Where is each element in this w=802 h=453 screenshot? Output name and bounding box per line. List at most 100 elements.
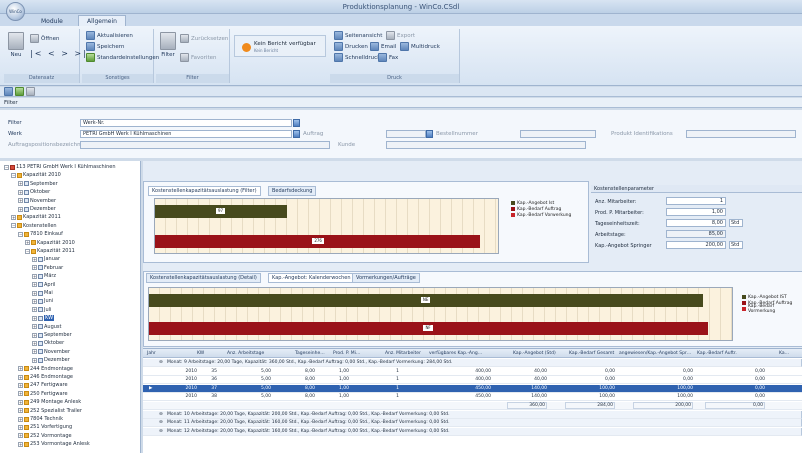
expand-icon[interactable]: + (18, 441, 23, 447)
expand-icon[interactable]: + (18, 408, 23, 414)
tree-node[interactable]: + KW (32, 315, 55, 322)
tree-node[interactable]: + Juni (32, 298, 53, 304)
tree-node[interactable]: − Kostenstellen (11, 223, 57, 229)
collapse-icon[interactable]: − (25, 248, 30, 254)
collapse-icon[interactable]: − (11, 172, 16, 178)
tree-node[interactable]: + März (32, 273, 56, 279)
auftrag-field[interactable] (386, 130, 426, 138)
tree-node[interactable]: − 113 PETRI GmbH Werk I Kühlmaschinen (4, 164, 116, 170)
qat-refresh-icon[interactable] (15, 87, 24, 96)
tree-node[interactable]: + Kapazität 2010 (25, 240, 75, 246)
record-navigation[interactable]: |< < > >| (30, 49, 88, 58)
expand-icon[interactable]: + (32, 307, 37, 313)
param-value-field[interactable]: 1 (666, 197, 726, 205)
qat-save-icon[interactable] (4, 87, 13, 96)
tree-node[interactable]: + April (32, 282, 55, 288)
quick-print-button[interactable]: Schnelldruck (334, 53, 380, 62)
werk-field[interactable]: PETRI GmbH Werk I Kühlmaschinen (80, 130, 292, 138)
collapse-icon[interactable]: − (4, 164, 9, 170)
tree-node[interactable]: +252 Spezialist Trailer (18, 408, 82, 414)
email-button[interactable]: Email (370, 42, 396, 51)
expand-icon[interactable]: + (18, 366, 23, 372)
group-row[interactable]: ⊖ Monat: 12 Arbeitstage: 20,00 Tage, Kapa… (143, 427, 802, 436)
tree-node[interactable]: + November (18, 198, 56, 204)
tree-node[interactable]: + August (32, 324, 62, 330)
reset-filter-button[interactable]: Zurücksetzen (180, 34, 228, 43)
tree-node[interactable]: + Dezember (18, 206, 56, 212)
tree-node[interactable]: + Februar (32, 265, 63, 271)
tree-node[interactable]: + Oktober (32, 340, 64, 346)
expand-icon[interactable]: + (18, 374, 23, 380)
tab-bedarfsdeckung[interactable]: Bedarfsdeckung (268, 186, 317, 196)
werk-dropdown-button[interactable] (293, 130, 300, 138)
new-record-button[interactable]: Neu (8, 32, 24, 58)
group-toggle-icon[interactable]: ⊖ (159, 420, 163, 425)
bestellnummer-field[interactable] (520, 130, 596, 138)
produkt-field[interactable] (686, 130, 796, 138)
expand-icon[interactable]: + (32, 298, 37, 304)
expand-icon[interactable]: + (32, 349, 37, 355)
expand-icon[interactable]: + (18, 416, 23, 422)
grid-column-header[interactable]: Jahr (147, 351, 156, 356)
filter-button[interactable]: Filter (160, 32, 176, 58)
grid-column-header[interactable]: Ka… (779, 351, 789, 356)
tree-node[interactable]: + Januar (32, 256, 60, 262)
table-row[interactable]: ▶ 2010 37 5,00 8,00 1,00 1 450,00 140,00 100,00 10… (143, 384, 802, 393)
tree-node[interactable]: +253 Vormontage Anlesk (18, 441, 90, 447)
expand-icon[interactable]: + (18, 189, 23, 195)
table-row[interactable]: 2010 35 5,00 8,00 1,00 1 400,00 40,00 0,00 0,00 0,… (143, 368, 802, 376)
expand-icon[interactable]: + (32, 256, 37, 262)
param-value-field[interactable]: 200,00 (666, 241, 726, 249)
qat-dropdown-icon[interactable] (26, 87, 35, 96)
refresh-button[interactable]: Aktualisieren (86, 31, 133, 40)
expand-icon[interactable]: + (18, 206, 23, 212)
tree-node[interactable]: +247 Fertigware (18, 382, 68, 388)
expand-icon[interactable]: + (18, 198, 23, 204)
tab-kapazitaetsauslastung-detail[interactable]: Kostenstellenkapazitätsauslastung (Detai… (146, 273, 261, 283)
grid-column-header[interactable]: Kap.-Bedarf Auftr. (697, 351, 737, 356)
filter-field[interactable]: Werk-Nr. (80, 119, 292, 127)
grid-column-header[interactable]: Anz. Mitarbeiter (385, 351, 421, 356)
expand-icon[interactable]: + (25, 240, 30, 246)
multiprint-button[interactable]: Multidruck (400, 42, 440, 51)
expand-icon[interactable]: + (32, 273, 37, 279)
tree-node[interactable]: + September (32, 332, 72, 338)
tree-node[interactable]: +251 Vorfertigung (18, 424, 72, 430)
tree-node[interactable]: + Mai (32, 290, 53, 296)
tree-node[interactable]: +249 Montage Anlesk (18, 399, 81, 405)
app-menu-button[interactable]: WinCo (6, 2, 25, 21)
group-toggle-icon[interactable]: ⊖ (159, 412, 163, 417)
tree-node[interactable]: + Kapazität 2011 (11, 214, 61, 220)
tab-kalenderwochen[interactable]: Kap.-Angebot: Kalenderwochen (268, 273, 355, 283)
save-button[interactable]: Speichern (86, 42, 124, 51)
table-row[interactable]: 360,00 284,00 200,00 0,00 (143, 402, 802, 410)
expand-icon[interactable]: + (32, 290, 37, 296)
param-value-field[interactable]: 1,00 (666, 208, 726, 216)
favorites-button[interactable]: Favoriten (180, 53, 216, 62)
param-value-field[interactable]: 8,00 (666, 219, 726, 227)
expand-icon[interactable]: + (18, 399, 23, 405)
tab-kapazitaetsauslastung-filter[interactable]: Kostenstellenkapazitätsauslastung (Filte… (148, 186, 261, 196)
grid-column-header[interactable]: Tageseinhe… (295, 351, 325, 356)
expand-icon[interactable]: + (32, 332, 37, 338)
expand-icon[interactable]: + (18, 424, 23, 430)
tab-module[interactable]: Module (32, 15, 72, 26)
tree-node[interactable]: +7804 Technik (18, 416, 63, 422)
fax-button[interactable]: Fax (378, 53, 398, 62)
collapse-icon[interactable]: − (11, 223, 16, 229)
aufgaben-field[interactable] (80, 141, 330, 149)
tab-allgemein[interactable]: Allgemein (78, 15, 126, 26)
grid-column-header[interactable]: angewiesen/Kap.-Angebot Spr… (619, 351, 691, 356)
expand-icon[interactable]: + (18, 382, 23, 388)
grid-column-header[interactable]: Prod. P. Mi… (333, 351, 360, 356)
collapse-icon[interactable]: − (18, 231, 23, 237)
tree-node[interactable]: − Kapazität 2010 (11, 172, 61, 178)
expand-icon[interactable]: + (18, 433, 23, 439)
group-row[interactable]: ⊖ Monat: 11 Arbeitstage: 20,00 Tage, Kapa… (143, 419, 802, 428)
group-row[interactable]: ⊖ Monat: 9 Arbeitstage: 20,00 Tage, Kapaz… (143, 359, 802, 367)
tree-node[interactable]: +252 Vormontage (18, 433, 72, 439)
tree-node[interactable]: +244 Endmontage (18, 366, 73, 372)
expand-icon[interactable]: + (32, 340, 37, 346)
open-record-button[interactable]: Öffnen (30, 34, 59, 43)
export-button[interactable]: Export (386, 31, 415, 40)
